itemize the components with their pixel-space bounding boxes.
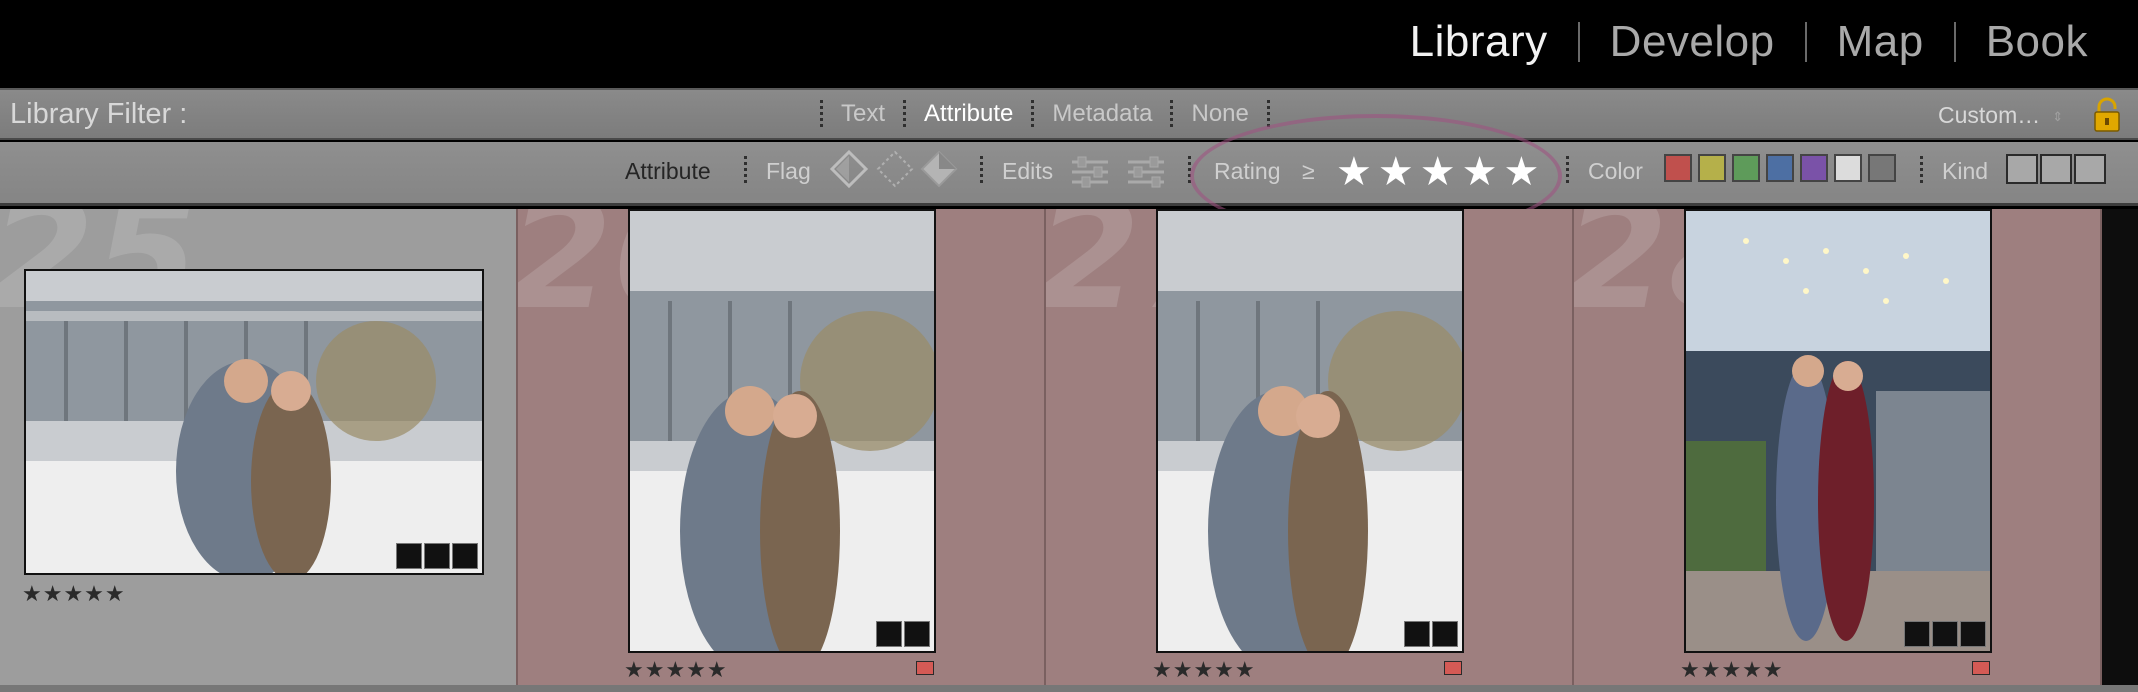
module-map[interactable]: Map	[1807, 14, 1954, 70]
filter-tabs: Text Attribute Metadata None	[806, 100, 1284, 128]
kind-label: Kind	[1942, 158, 1989, 184]
next-row-edge	[0, 685, 2138, 692]
library-filter-title: Library Filter :	[10, 98, 188, 130]
rejected-icon[interactable]	[918, 148, 960, 194]
crop-badge-icon[interactable]	[1932, 621, 1958, 647]
photo-thumbnail[interactable]	[1156, 209, 1464, 653]
photo-thumbnail[interactable]	[628, 209, 936, 653]
thumbnail-badges	[876, 621, 930, 647]
keyword-badge-icon[interactable]	[1904, 621, 1930, 647]
tab-none[interactable]: None	[1187, 100, 1252, 128]
flag-label: Flag	[766, 158, 811, 184]
color-swatch-purple[interactable]	[1800, 154, 1828, 182]
color-swatch-red[interactable]	[1664, 154, 1692, 182]
develop-badge-icon[interactable]	[1960, 621, 1986, 647]
flagged-icon[interactable]	[828, 148, 870, 194]
attribute-filter-bar: Attribute Flag Edits Rating ≥ ★ ★ ★ ★ ★	[0, 142, 2138, 206]
color-swatch-blue[interactable]	[1766, 154, 1794, 182]
divider	[744, 156, 747, 186]
grid-scrollbar[interactable]	[2102, 209, 2138, 685]
edits-label: Edits	[1002, 158, 1054, 184]
divider	[1266, 100, 1270, 128]
keyword-badge-icon[interactable]	[396, 543, 422, 569]
master-photos-icon[interactable]	[2006, 154, 2038, 184]
divider	[903, 100, 907, 128]
filter-preset-value: Custom…	[1938, 102, 2041, 128]
tab-metadata[interactable]: Metadata	[1048, 100, 1156, 128]
lock-icon[interactable]	[2092, 96, 2122, 134]
color-swatch-none[interactable]	[1868, 154, 1896, 182]
videos-icon[interactable]	[2074, 154, 2106, 184]
module-list: Library Develop Map Book	[1380, 14, 2118, 70]
photo-image	[1158, 211, 1462, 651]
color-swatch-other[interactable]	[1834, 154, 1862, 182]
thumbnail-badges	[1404, 621, 1458, 647]
photo-thumbnail[interactable]	[24, 269, 484, 575]
grid-cell[interactable]: 27 ★★★★★	[1046, 209, 1574, 685]
grid-cell[interactable]: 28 ★★★★★	[1574, 209, 2102, 685]
tab-text[interactable]: Text	[837, 100, 889, 128]
module-book[interactable]: Book	[1956, 14, 2118, 70]
divider	[820, 100, 823, 128]
thumbnail-badges	[1904, 621, 1986, 647]
grid-cell[interactable]: 25 ★★★★★	[0, 209, 518, 685]
photo-image	[26, 271, 482, 573]
unflagged-icon[interactable]	[874, 148, 916, 194]
chevron-updown-icon: ⇕	[2052, 108, 2064, 124]
divider	[980, 156, 983, 186]
tab-attribute[interactable]: Attribute	[920, 100, 1017, 128]
photo-rating[interactable]: ★★★★★	[624, 657, 728, 683]
grid-cell[interactable]: 26 ★★★★★	[518, 209, 1046, 685]
unedited-icon[interactable]	[1124, 152, 1168, 192]
color-label: Color	[1588, 158, 1643, 184]
attribute-label: Attribute	[625, 158, 711, 184]
keyword-badge-icon[interactable]	[1404, 621, 1430, 647]
divider	[1566, 156, 1569, 186]
color-label-badge	[1972, 661, 1990, 675]
filter-preset-select[interactable]: Custom… ⇕	[1938, 102, 2063, 129]
thumbnail-grid: 25 ★★★★★ 26	[0, 209, 2138, 685]
color-swatch-green[interactable]	[1732, 154, 1760, 182]
divider	[1031, 100, 1035, 128]
develop-badge-icon[interactable]	[904, 621, 930, 647]
color-swatch-yellow[interactable]	[1698, 154, 1726, 182]
virtual-copies-icon[interactable]	[2040, 154, 2072, 184]
develop-badge-icon[interactable]	[1432, 621, 1458, 647]
develop-badge-icon[interactable]	[452, 543, 478, 569]
thumbnail-badges	[396, 543, 478, 569]
divider	[1170, 100, 1174, 128]
keyword-badge-icon[interactable]	[876, 621, 902, 647]
module-picker: Library Develop Map Book	[0, 0, 2138, 84]
crop-badge-icon[interactable]	[424, 543, 450, 569]
color-label-badge	[1444, 661, 1462, 675]
photo-thumbnail[interactable]	[1684, 209, 1992, 653]
photo-rating[interactable]: ★★★★★	[1152, 657, 1256, 683]
module-library[interactable]: Library	[1380, 14, 1578, 70]
photo-image	[1686, 211, 1990, 651]
library-filter-bar: Library Filter : Text Attribute Metadata…	[0, 88, 2138, 140]
edited-icon[interactable]	[1068, 152, 1112, 192]
photo-rating[interactable]: ★★★★★	[22, 581, 126, 607]
color-label-badge	[916, 661, 934, 675]
photo-image	[630, 211, 934, 651]
photo-rating[interactable]: ★★★★★	[1680, 657, 1784, 683]
divider	[1920, 156, 1923, 186]
module-develop[interactable]: Develop	[1580, 14, 1805, 70]
